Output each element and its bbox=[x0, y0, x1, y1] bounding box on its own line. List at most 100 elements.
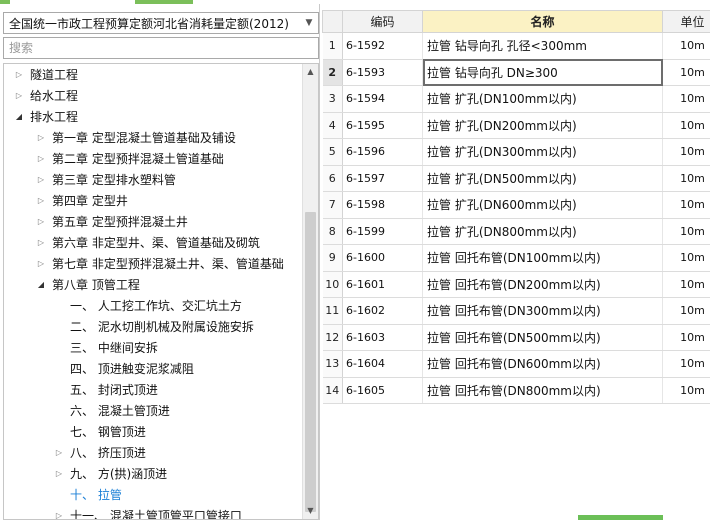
quota-unit[interactable]: 10m bbox=[662, 350, 710, 378]
table-row[interactable]: 11 6-1602 拉管 回托布管(DN300mm以内) 10m bbox=[322, 297, 710, 325]
tree-item[interactable]: ◢ 第八章 顶管工程 bbox=[4, 274, 302, 295]
table-row[interactable]: 14 6-1605 拉管 回托布管(DN800mm以内) 10m bbox=[322, 377, 710, 404]
quota-unit[interactable]: 10m bbox=[662, 138, 710, 166]
row-index[interactable]: 7 bbox=[322, 191, 343, 219]
library-dropdown[interactable]: 全国统一市政工程预算定额河北省消耗量定额(2012) ▼ bbox=[3, 12, 319, 34]
quota-code[interactable]: 6-1600 bbox=[342, 244, 423, 272]
row-index[interactable]: 6 bbox=[322, 165, 343, 192]
quota-unit[interactable]: 10m bbox=[662, 32, 710, 60]
collapsed-arrow-icon[interactable]: ▷ bbox=[34, 238, 48, 247]
row-index[interactable]: 10 bbox=[322, 271, 343, 298]
collapsed-arrow-icon[interactable]: ▷ bbox=[34, 175, 48, 184]
quota-name[interactable]: 拉管 扩孔(DN100mm以内) bbox=[422, 85, 663, 113]
quota-code[interactable]: 6-1602 bbox=[342, 297, 423, 325]
quota-code[interactable]: 6-1594 bbox=[342, 85, 423, 113]
quota-code[interactable]: 6-1598 bbox=[342, 191, 423, 219]
quota-code[interactable]: 6-1595 bbox=[342, 112, 423, 139]
expanded-arrow-icon[interactable]: ◢ bbox=[12, 112, 26, 121]
row-index[interactable]: 8 bbox=[322, 218, 343, 245]
quota-code[interactable]: 6-1596 bbox=[342, 138, 423, 166]
row-index[interactable]: 2 bbox=[322, 59, 343, 86]
collapsed-arrow-icon[interactable]: ▷ bbox=[52, 511, 66, 519]
header-code[interactable]: 编码 bbox=[342, 10, 423, 33]
quota-unit[interactable]: 10m bbox=[662, 377, 710, 404]
scroll-up-icon[interactable]: ▲ bbox=[303, 64, 318, 80]
chevron-down-icon[interactable]: ▼ bbox=[300, 18, 318, 28]
tree-item[interactable]: 四、 顶进触变泥浆减阻 bbox=[4, 358, 302, 379]
header-unit[interactable]: 单位 bbox=[662, 10, 710, 33]
tree-item[interactable]: ▷ 第四章 定型井 bbox=[4, 190, 302, 211]
quota-unit[interactable]: 10m bbox=[662, 112, 710, 139]
quota-unit[interactable]: 10m bbox=[662, 218, 710, 245]
quota-code[interactable]: 6-1599 bbox=[342, 218, 423, 245]
quota-code[interactable]: 6-1604 bbox=[342, 350, 423, 378]
quota-name[interactable]: 拉管 回托布管(DN300mm以内) bbox=[422, 297, 663, 325]
quota-name[interactable]: 拉管 扩孔(DN600mm以内) bbox=[422, 191, 663, 219]
quota-unit[interactable]: 10m bbox=[662, 324, 710, 351]
tree-item[interactable]: 七、 钢管顶进 bbox=[4, 421, 302, 442]
collapsed-arrow-icon[interactable]: ▷ bbox=[12, 70, 26, 79]
tree-item[interactable]: ▷ 第七章 非定型预拌混凝土井、渠、管道基础 bbox=[4, 253, 302, 274]
table-row[interactable]: 10 6-1601 拉管 回托布管(DN200mm以内) 10m bbox=[322, 271, 710, 298]
quota-name[interactable]: 拉管 钻导向孔 DN≥300 bbox=[422, 59, 663, 86]
tree-item[interactable]: ▷ 八、 挤压顶进 bbox=[4, 442, 302, 463]
quota-unit[interactable]: 10m bbox=[662, 85, 710, 113]
tree-item[interactable]: ▷ 给水工程 bbox=[4, 85, 302, 106]
table-row[interactable]: 3 6-1594 拉管 扩孔(DN100mm以内) 10m bbox=[322, 85, 710, 113]
quota-name[interactable]: 拉管 回托布管(DN500mm以内) bbox=[422, 324, 663, 351]
quota-name[interactable]: 拉管 回托布管(DN200mm以内) bbox=[422, 271, 663, 298]
tree-item[interactable]: ▷ 第六章 非定型井、渠、管道基础及砌筑 bbox=[4, 232, 302, 253]
quota-code[interactable]: 6-1593 bbox=[342, 59, 423, 86]
row-index[interactable]: 14 bbox=[322, 377, 343, 404]
table-row[interactable]: 5 6-1596 拉管 扩孔(DN300mm以内) 10m bbox=[322, 138, 710, 166]
table-row[interactable]: 12 6-1603 拉管 回托布管(DN500mm以内) 10m bbox=[322, 324, 710, 351]
tree-item[interactable]: 五、 封闭式顶进 bbox=[4, 379, 302, 400]
tree-item[interactable]: 十、 拉管 bbox=[4, 484, 302, 505]
quota-name[interactable]: 拉管 扩孔(DN200mm以内) bbox=[422, 112, 663, 139]
tree-item[interactable]: ▷ 十一、 混凝土管顶管平口管接口 bbox=[4, 505, 302, 519]
quota-code[interactable]: 6-1592 bbox=[342, 32, 423, 60]
tree-item[interactable]: 六、 混凝土管顶进 bbox=[4, 400, 302, 421]
table-row[interactable]: 13 6-1604 拉管 回托布管(DN600mm以内) 10m bbox=[322, 350, 710, 378]
expanded-arrow-icon[interactable]: ◢ bbox=[34, 280, 48, 289]
tree-item[interactable]: 三、 中继间安拆 bbox=[4, 337, 302, 358]
quota-unit[interactable]: 10m bbox=[662, 191, 710, 219]
table-row[interactable]: 9 6-1600 拉管 回托布管(DN100mm以内) 10m bbox=[322, 244, 710, 272]
quota-code[interactable]: 6-1601 bbox=[342, 271, 423, 298]
scroll-thumb[interactable] bbox=[305, 212, 316, 512]
table-row[interactable]: 2 6-1593 拉管 钻导向孔 DN≥300 10m bbox=[322, 59, 710, 86]
quota-name[interactable]: 拉管 扩孔(DN500mm以内) bbox=[422, 165, 663, 192]
row-index[interactable]: 1 bbox=[322, 32, 343, 60]
table-row[interactable]: 1 6-1592 拉管 钻导向孔 孔径<300mm 10m bbox=[322, 32, 710, 60]
tree-item[interactable]: ▷ 第二章 定型预拌混凝土管道基础 bbox=[4, 148, 302, 169]
collapsed-arrow-icon[interactable]: ▷ bbox=[52, 448, 66, 457]
collapsed-arrow-icon[interactable]: ▷ bbox=[34, 196, 48, 205]
quota-name[interactable]: 拉管 扩孔(DN300mm以内) bbox=[422, 138, 663, 166]
quota-unit[interactable]: 10m bbox=[662, 297, 710, 325]
quota-code[interactable]: 6-1605 bbox=[342, 377, 423, 404]
table-row[interactable]: 7 6-1598 拉管 扩孔(DN600mm以内) 10m bbox=[322, 191, 710, 219]
quota-name[interactable]: 拉管 回托布管(DN800mm以内) bbox=[422, 377, 663, 404]
row-index[interactable]: 13 bbox=[322, 350, 343, 378]
scroll-down-icon[interactable]: ▼ bbox=[303, 503, 318, 519]
search-input[interactable] bbox=[3, 37, 319, 59]
row-index[interactable]: 11 bbox=[322, 297, 343, 325]
tree-item[interactable]: 一、 人工挖工作坑、交汇坑土方 bbox=[4, 295, 302, 316]
collapsed-arrow-icon[interactable]: ▷ bbox=[34, 154, 48, 163]
quota-code[interactable]: 6-1603 bbox=[342, 324, 423, 351]
quota-name[interactable]: 拉管 扩孔(DN800mm以内) bbox=[422, 218, 663, 245]
tree-item[interactable]: ▷ 九、 方(拱)涵顶进 bbox=[4, 463, 302, 484]
row-index[interactable]: 5 bbox=[322, 138, 343, 166]
table-row[interactable]: 4 6-1595 拉管 扩孔(DN200mm以内) 10m bbox=[322, 112, 710, 139]
collapsed-arrow-icon[interactable]: ▷ bbox=[12, 91, 26, 100]
tree-item[interactable]: ▷ 隧道工程 bbox=[4, 64, 302, 85]
tree-item[interactable]: ▷ 第五章 定型预拌混凝土井 bbox=[4, 211, 302, 232]
row-index[interactable]: 3 bbox=[322, 85, 343, 113]
quota-unit[interactable]: 10m bbox=[662, 271, 710, 298]
collapsed-arrow-icon[interactable]: ▷ bbox=[34, 259, 48, 268]
quota-code[interactable]: 6-1597 bbox=[342, 165, 423, 192]
header-name[interactable]: 名称 bbox=[422, 10, 663, 33]
collapsed-arrow-icon[interactable]: ▷ bbox=[34, 133, 48, 142]
tree-item[interactable]: 二、 泥水切削机械及附属设施安拆 bbox=[4, 316, 302, 337]
table-row[interactable]: 6 6-1597 拉管 扩孔(DN500mm以内) 10m bbox=[322, 165, 710, 192]
